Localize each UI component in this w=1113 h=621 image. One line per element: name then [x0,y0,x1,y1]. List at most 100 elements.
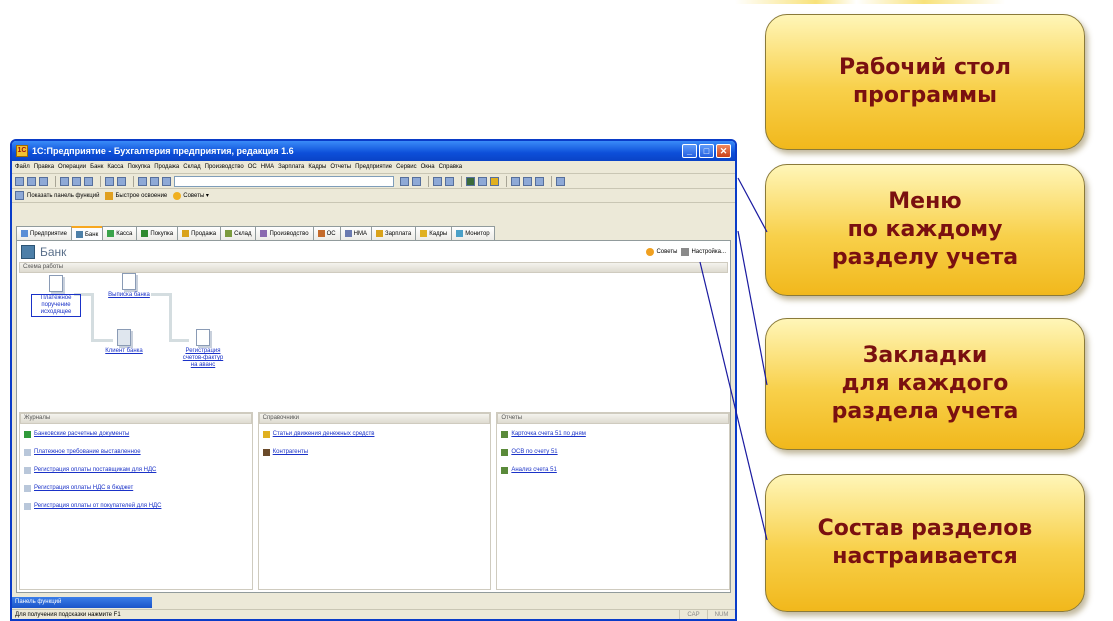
tab-label: Банк [84,231,99,238]
tab-label: Продажа [191,230,217,237]
payment-order-node[interactable]: Платежное поручение исходящее [31,275,81,317]
menu-item[interactable]: Зарплата [278,164,304,170]
invoice-registration-node[interactable]: Регистрация счетов-фактур на аванс [179,329,227,369]
preview-icon[interactable] [117,176,126,186]
panel-link[interactable]: Регистрация оплаты поставщикам для НДС [24,464,248,476]
tab-item[interactable]: Кадры [415,226,453,240]
panel-link-label: Регистрация оплаты от покупателей для НД… [34,503,162,509]
find-prev-icon[interactable] [412,176,421,186]
window-icon[interactable] [433,176,442,186]
paste-icon[interactable] [84,176,93,186]
tab-item[interactable]: Касса [102,226,138,240]
function-panel-tab[interactable]: Панель функций [12,597,152,608]
tab-item[interactable]: ОС [312,226,341,240]
calculator-icon[interactable] [466,176,475,186]
tab-icon [141,230,149,237]
panel-link[interactable]: Карточка счета 51 по дням [501,428,725,440]
panel-link[interactable]: Статьи движения денежных средств [262,428,487,440]
menu-item[interactable]: Кадры [308,164,326,170]
close-button[interactable]: ✕ [716,144,731,158]
menu-item[interactable]: Производство [205,164,244,170]
tab-item[interactable]: Покупка [136,226,179,240]
menu-item[interactable]: Касса [107,164,123,170]
save-icon[interactable] [39,176,48,186]
user-icon[interactable] [490,176,499,186]
tab-icon [260,230,268,237]
search-combo[interactable] [174,175,394,187]
window-title: 1С:Предприятие - Бухгалтерия предприятия… [32,146,294,156]
tab-item[interactable]: Продажа [177,226,222,240]
tab-item[interactable]: Производство [255,226,314,240]
panel-link[interactable]: Банковские расчетные документы [24,428,248,440]
show-panel-button[interactable]: Показать панель функций [27,193,99,199]
panel-link[interactable]: Контрагенты [262,446,487,458]
status-bar: Для получения подсказки нажмите F1 CAP N… [12,609,735,619]
menu-item[interactable]: Справка [439,164,463,170]
quick-start-button[interactable]: Быстрое освоение [115,193,167,199]
menu-item[interactable]: Предприятие [355,164,392,170]
menu-item[interactable]: НМА [261,164,274,170]
bank-client-node[interactable]: Клиент банка [101,329,147,355]
panel-link[interactable]: Анализ счета 51 [501,464,725,476]
panel-link[interactable]: Регистрация оплаты от покупателей для НД… [24,500,248,512]
tips-button[interactable]: Советы ▾ [183,192,209,200]
callout-customizable: Состав разделов настраивается [765,474,1085,612]
menu-item[interactable]: Сервис [396,164,417,170]
menu-item[interactable]: Покупка [128,164,151,170]
panel-link[interactable]: Платежное требование выставленное [24,446,248,458]
tips-link-button[interactable]: Советы [646,247,677,256]
menu-item[interactable]: Окна [421,164,435,170]
tab-label: НМА [353,230,367,237]
toolbar-divider [506,175,507,187]
cut-icon[interactable] [60,176,69,186]
copy-icon[interactable] [72,176,81,186]
menu-item[interactable]: Правка [34,164,54,170]
menu-item[interactable]: Операции [58,164,86,170]
tab-item[interactable]: НМА [339,226,372,240]
panel-link[interactable]: Регистрация оплаты НДС в бюджет [24,482,248,494]
toolbar-divider [133,175,134,187]
menu-item[interactable]: Склад [183,164,200,170]
menu-item[interactable]: Файл [15,164,30,170]
menu-item[interactable]: ОС [248,164,257,170]
payment-order-label: Платежное поручение исходящее [31,294,81,317]
num-indicator: NUM [707,610,735,619]
find-icon[interactable] [162,176,171,186]
memory-minus-icon[interactable] [535,176,544,186]
tab-icon [75,231,83,238]
panel-link[interactable]: ОСВ по счету 51 [501,446,725,458]
undo-icon[interactable] [138,176,147,186]
menu-item[interactable]: Банк [90,164,103,170]
print-icon[interactable] [105,176,114,186]
redo-icon[interactable] [150,176,159,186]
settings-icon[interactable] [556,176,565,186]
tab-item[interactable]: Банк [70,226,104,241]
bank-statement-label: Выписка банка [108,292,150,298]
memory-icon[interactable] [511,176,520,186]
page-title: Банк [40,244,67,259]
new-doc-icon[interactable] [15,176,24,186]
menu-item[interactable]: Отчеты [330,164,351,170]
menu-item[interactable]: Продажа [154,164,179,170]
tab-item[interactable]: Предприятие [16,226,72,240]
title-bar: 1C 1С:Предприятие - Бухгалтерия предприя… [12,141,735,161]
maximize-button[interactable]: □ [699,144,714,158]
minimize-button[interactable]: _ [682,144,697,158]
invoice-registration-label: Регистрация счетов-фактур на аванс [182,348,224,368]
document-icon [196,329,210,346]
tools-icon[interactable] [445,176,454,186]
tab-icon [107,230,115,237]
bank-desktop: Банк Советы Настройка... Схема работы Пл… [16,240,731,593]
memory-plus-icon[interactable] [523,176,532,186]
journal-icon [262,430,270,438]
panels-area: Журналы Банковские расчетные документы Пл… [19,412,731,590]
tab-icon [420,230,428,237]
open-icon[interactable] [27,176,36,186]
tab-item[interactable]: Зарплата [370,226,417,240]
tab-item[interactable]: Склад [220,226,257,240]
tab-item[interactable]: Монитор [451,226,495,240]
find-next-icon[interactable] [400,176,409,186]
settings-button[interactable]: Настройка... [681,247,726,256]
bank-statement-node[interactable]: Выписка банка [107,273,151,299]
calendar-icon[interactable] [478,176,487,186]
